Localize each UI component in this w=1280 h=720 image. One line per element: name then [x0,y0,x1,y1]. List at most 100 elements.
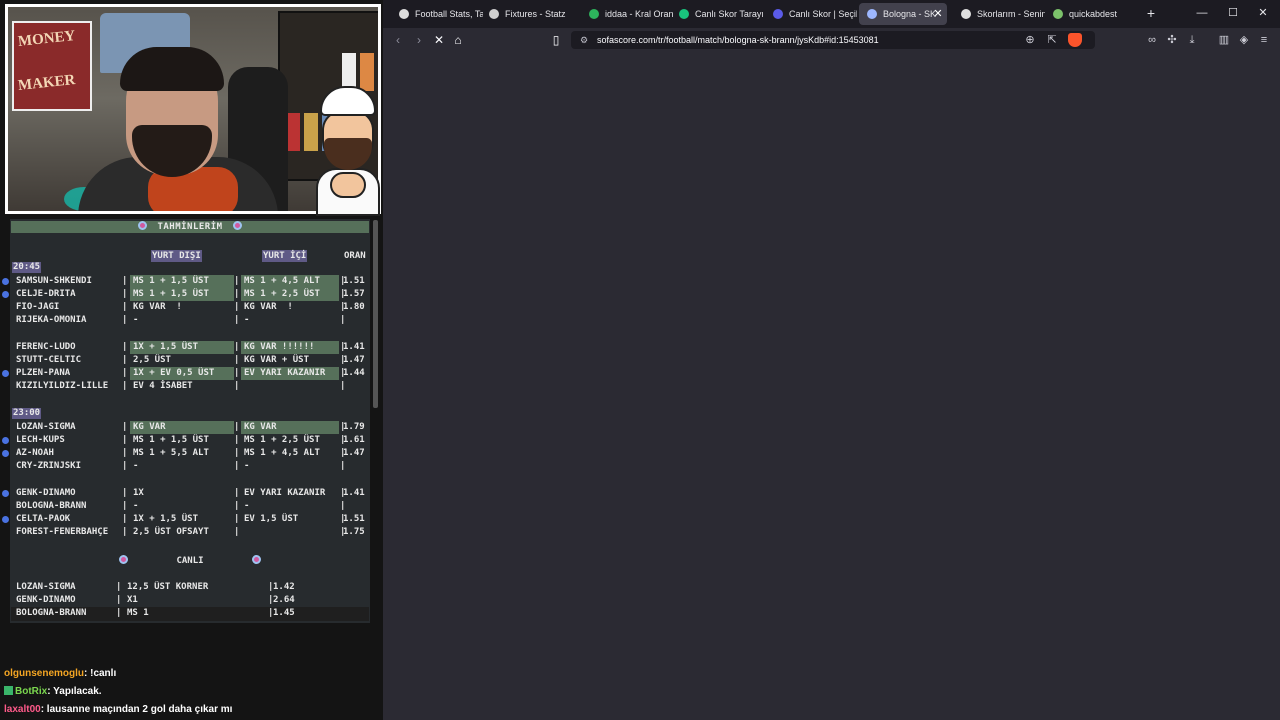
pick-yurt-disi: - [133,461,139,471]
browser-tab[interactable]: quickabdest [1045,3,1137,25]
prediction-row: LECH-KUPS | MS 1 + 1,5 ÜST | MS 1 + 2,5 ÜST |… [2,434,370,447]
live-prediction-row: BOLOGNA-BRANN | MS 1 | 1.45 [10,607,370,620]
odds-value: 1.57 [343,289,365,299]
separator: | [122,302,128,312]
address-bar[interactable]: ⚙ sofascore.com/tr/football/match/bologn… [571,31,1095,49]
chat-username: BotRix [15,686,48,697]
pick-yurt-disi: 1X + 1,5 ÜST [130,341,234,354]
separator: | [234,368,240,378]
pick-yurt-disi: 1X [133,488,144,498]
browser-tab[interactable]: Football Stats, Ta [391,3,483,25]
extensions-icon[interactable]: ✣ [1164,32,1180,48]
bot-badge-icon [4,686,13,695]
pick-yurt-ici: EV YARI KAZANIR [244,488,326,498]
minimize-icon[interactable]: — [1194,5,1210,21]
forward-icon[interactable]: › [411,32,427,48]
pick-yurt-disi: EV 4 İSABET [133,381,193,391]
odds-value [343,460,370,473]
prediction-row: GENK-DINAMO | 1X | EV YARI KAZANIR | 1.41 [2,487,370,500]
odds-value: 1.42 [273,582,295,592]
tab-label: quickabdest [1069,9,1118,19]
share-icon[interactable]: ⇱ [1044,32,1060,48]
sidebar-icon[interactable]: ▥ [1216,32,1232,48]
odds-value [343,380,370,393]
separator: | [122,422,128,432]
separator: | [122,501,128,511]
pick-yurt-disi: MS 1 + 1,5 ÜST [133,435,209,445]
tab-label: Skorlarım - Senin [977,9,1045,19]
vpn-icon[interactable]: ∞ [1144,32,1160,48]
decor-circle-icon [138,221,148,230]
separator: | [122,381,128,391]
browser-tab[interactable]: Fixtures - Statz [481,3,573,25]
bookmark-icon[interactable]: ▯ [548,32,564,48]
browser-tab[interactable]: iddaa - Kral Oran [581,3,673,25]
page-content[interactable] [383,52,1280,720]
match-name: BOLOGNA-BRANN [16,501,87,511]
home-icon[interactable]: ⌂ [450,32,466,48]
separator: | [234,501,240,511]
odds-value: 1.75 [343,527,365,537]
money-maker-poster: MONEY MAKER [12,21,92,111]
tab-favicon-icon [679,9,689,19]
browser-tab[interactable]: Canlı Skor Tarayı [671,3,763,25]
prediction-row: PLZEN-PANA | 1X + EV 0,5 ÜST | EV YARI KAZAN… [2,367,370,380]
close-tab-icon[interactable]: ✕ [931,7,945,21]
url-text[interactable]: sofascore.com/tr/football/match/bologna-… [597,31,879,49]
match-name: LECH-KUPS [16,435,65,445]
pick-yurt-ici: - [244,315,250,325]
pick-yurt-disi: 1X + EV 0,5 ÜST [130,367,234,380]
pick-yurt-disi: - [133,315,139,325]
match-name: STUTT-CELTIC [16,355,82,365]
pick-yurt-ici [241,526,339,539]
decor-circle-icon [251,555,261,564]
pick-yurt-ici: KG VAR + ÜST [244,355,310,365]
match-name: GENK-DINAMO [16,595,76,605]
browser-tab[interactable]: Canlı Skor | Seçil [765,3,857,25]
maximize-icon[interactable]: ☐ [1225,5,1241,21]
pick-yurt-disi: MS 1 + 1,5 ÜST [130,288,234,301]
odds-value [343,500,370,513]
brave-shields-icon[interactable] [1068,33,1082,47]
separator: | [234,527,240,537]
navigation-bar: ‹ › ✕ ⌂ ▯ ⚙ sofascore.com/tr/football/ma… [383,28,1280,52]
separator: | [234,422,240,432]
separator: | [122,315,128,325]
separator: | [234,276,240,286]
live-title-row: CANLI [10,555,370,568]
browser-tab[interactable]: Skorlarım - Senin [953,3,1045,25]
separator: | [122,527,128,537]
menu-icon[interactable]: ≡ [1256,32,1272,48]
separator: | [234,461,240,471]
site-info-icon[interactable]: ⚙ [580,35,590,45]
back-icon[interactable]: ‹ [390,32,406,48]
prediction-row: KIZILYILDIZ-LILLE | EV 4 İSABET | | [10,380,370,393]
prediction-row: STUTT-CELTIC | 2,5 ÜST | KG VAR + ÜST | 1.47 [10,354,370,367]
odds-value: 1.41 [343,342,365,352]
downloads-icon[interactable]: ⤓ [1184,32,1200,48]
separator: | [116,582,122,592]
time-label: 20:45 [12,262,42,273]
separator: | [122,289,128,299]
bullet-icon [2,450,9,457]
odds-value: 1.79 [343,422,365,432]
stop-loading-icon[interactable]: ✕ [431,32,447,48]
close-window-icon[interactable]: ✕ [1255,5,1271,21]
prediction-row: RIJEKA-OMONIA | - | - | [10,314,370,327]
tab-favicon-icon [1053,9,1063,19]
tab-strip: Football Stats, Ta Fixtures - Statz iddaa … [383,0,1280,28]
overlay-scrollbar [373,220,378,408]
match-name: CRY-ZRINJSKI [16,461,82,471]
wallet-icon[interactable]: ◈ [1236,32,1252,48]
pick-yurt-ici: KG VAR [241,421,339,434]
pick-yurt-ici: KG VAR !!!!!! [241,341,339,354]
bullet-icon [2,516,9,523]
odds-value: 1.80 [343,302,365,312]
tab-label: Fixtures - Statz [505,9,566,19]
match-name: BOLOGNA-BRANN [16,608,87,618]
pick-yurt-ici: MS 1 + 4,5 ALT [241,275,339,288]
zoom-icon[interactable]: ⊕ [1022,32,1038,48]
prediction-row: SAMSUN-SHKENDI | MS 1 + 1,5 ÜST | MS 1 + 4,5… [2,275,370,288]
pick-yurt-disi: MS 1 + 1,5 ÜST [130,275,234,288]
new-tab-button[interactable]: + [1143,5,1159,21]
